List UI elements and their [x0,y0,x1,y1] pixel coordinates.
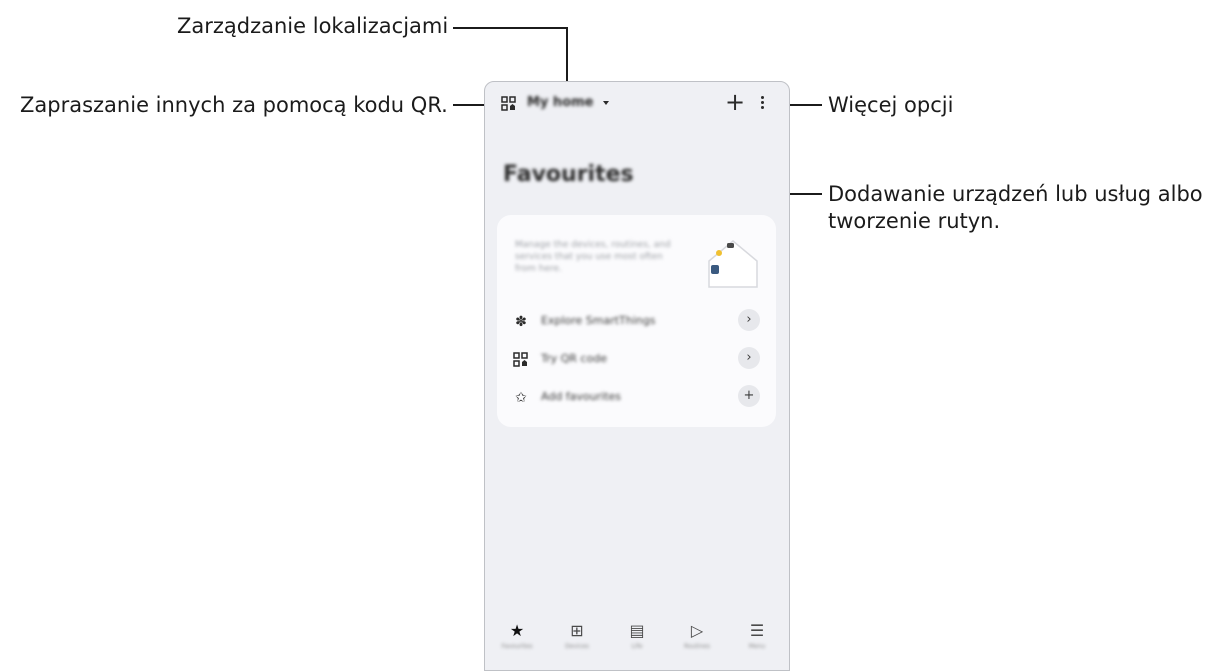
qr-home-icon [513,352,528,367]
fan-icon: ✽ [515,314,527,330]
life-icon: ▤ [629,621,645,640]
leader-locations-h [453,27,568,29]
chevron-down-icon[interactable] [603,101,609,105]
menu-icon: ☰ [749,621,765,640]
row-add-favourites[interactable]: ✩ Add favourites + [497,383,776,413]
favourites-card: Manage the devices, routines, and servic… [497,215,776,427]
card-description: Manage the devices, routines, and servic… [515,240,671,274]
row-label: Add favourites [541,390,622,403]
callout-locations: Zarządzanie lokalizacjami [177,14,449,38]
nav-label: Routines [683,643,710,650]
star-icon: ✩ [515,390,527,406]
add-icon[interactable]: + [738,385,760,407]
nav-label: Favourites [501,643,533,650]
callout-more-options: Więcej opcji [828,93,954,117]
bottom-navigation: ★ Favourites ⊞ Devices ▤ Life ▷ Routines… [485,620,789,670]
chevron-right-icon[interactable]: › [738,309,760,331]
more-options-icon[interactable] [761,96,765,110]
page-title: Favourites [503,162,634,187]
row-explore-smartthings[interactable]: ✽ Explore SmartThings › [497,307,776,337]
play-circle-icon: ▷ [690,621,704,640]
location-selector[interactable]: My home [527,95,594,110]
top-bar: My home + [485,82,789,126]
devices-icon: ⊞ [570,621,584,640]
row-label: Explore SmartThings [541,314,656,327]
callout-add-line2: tworzenie rutyn. [828,209,1001,233]
nav-label: Life [631,643,643,650]
nav-label: Devices [565,643,589,650]
row-label: Try QR code [541,352,607,365]
nav-favourites[interactable]: ★ Favourites [487,620,547,652]
phone-screen: My home + Favourites Manage the devices,… [484,81,790,671]
nav-label: Menu [748,643,766,650]
row-try-qr-code[interactable]: Try QR code › [497,345,776,375]
nav-life[interactable]: ▤ Life [607,620,667,652]
qr-home-icon[interactable] [501,96,517,112]
add-button[interactable]: + [725,90,745,114]
nav-menu[interactable]: ☰ Menu [727,620,787,652]
nav-devices[interactable]: ⊞ Devices [547,620,607,652]
star-icon: ★ [509,621,525,640]
chevron-right-icon[interactable]: › [738,347,760,369]
callout-invite-qr: Zapraszanie innych za pomocą kodu QR. [20,93,448,117]
callout-add-line1: Dodawanie urządzeń lub usług albo [828,182,1203,206]
house-illustration-icon [708,240,758,288]
nav-routines[interactable]: ▷ Routines [667,620,727,652]
